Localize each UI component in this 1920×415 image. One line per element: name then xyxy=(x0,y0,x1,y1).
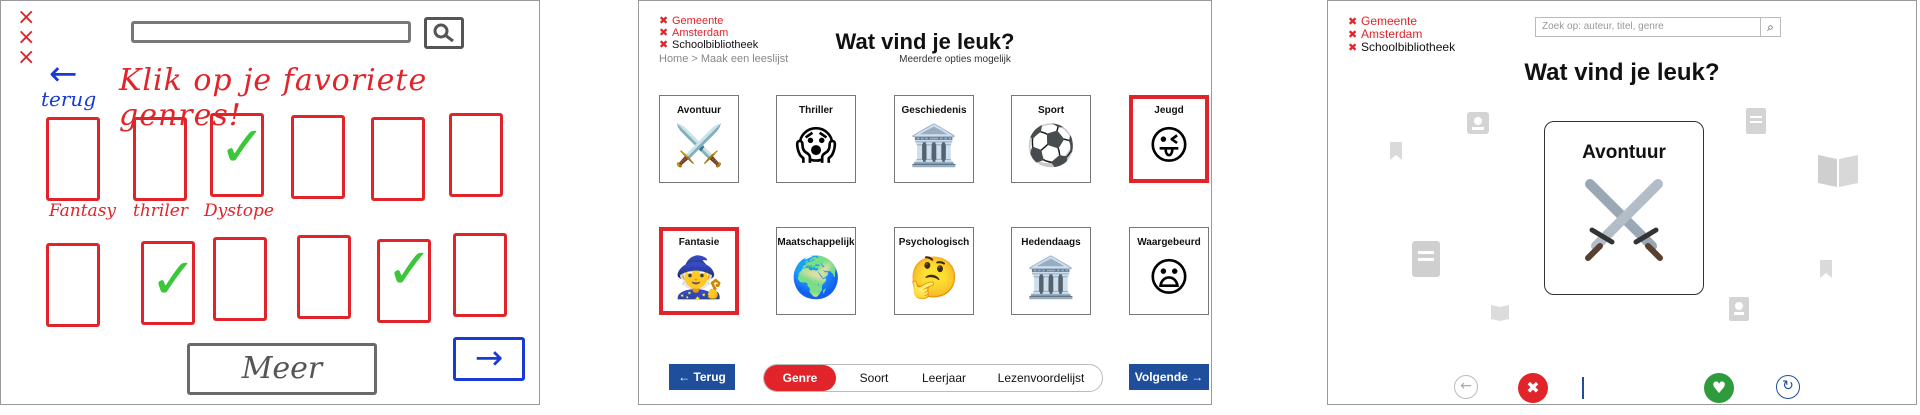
genre-card[interactable]: Waargebeurd 😦 xyxy=(1129,227,1209,315)
cross-icon: ✖ xyxy=(1348,28,1358,41)
tab-lezenvoordelijst[interactable]: Lezenvoordelijst xyxy=(982,365,1100,391)
page-subtitle: Meerdere opties mogelijk xyxy=(899,54,1011,65)
genre-card[interactable]: Avontuur ⚔️ xyxy=(659,95,739,183)
back-label[interactable]: terug xyxy=(41,87,96,111)
genre-box[interactable] xyxy=(291,115,345,199)
check-icon: ✓ xyxy=(150,247,197,312)
genre-box[interactable] xyxy=(297,235,351,319)
genre-emoji: ⚔️ xyxy=(674,123,724,169)
genre-emoji: 😦 xyxy=(1148,255,1190,301)
search-button[interactable] xyxy=(424,17,464,49)
genre-box[interactable] xyxy=(46,117,100,201)
book-icon xyxy=(1412,241,1440,277)
genre-label: Jeugd xyxy=(1154,105,1184,116)
genre-box[interactable] xyxy=(453,233,507,317)
genre-box[interactable]: ✓ xyxy=(141,241,197,325)
genre-box[interactable]: ✓ xyxy=(377,237,433,323)
logo-line: Schoolbibliotheek xyxy=(1361,40,1456,54)
genre-card[interactable]: Thriller 😱 xyxy=(776,95,856,183)
genre-card[interactable]: Jeugd 😜 xyxy=(1129,95,1209,183)
swipe-design-panel: ✖ Gemeente ✖ Amsterdam ✖ Schoolbibliotheek … xyxy=(1327,0,1917,405)
search-icon[interactable]: ⌕ xyxy=(1761,17,1781,37)
profile-book-icon xyxy=(1729,297,1749,321)
genre-label: Waargebeurd xyxy=(1137,237,1201,248)
undo-icon[interactable]: ← xyxy=(1454,375,1478,399)
genre-label: Fantasie xyxy=(678,237,720,248)
genre-emoji: 🤔 xyxy=(909,255,959,301)
grid-design-panel: ✖ Gemeente ✖ Amsterdam ✖ Schoolbibliotheek … xyxy=(638,0,1212,405)
back-arrow-icon[interactable]: ← xyxy=(49,57,78,91)
tab-soort[interactable]: Soort xyxy=(844,365,904,391)
genre-label: Avontuur xyxy=(1582,142,1666,163)
close-icon: × xyxy=(17,45,36,70)
genre-label: Dystope xyxy=(204,201,274,221)
genre-card[interactable]: Maatschappelijk 🌍 xyxy=(776,227,856,315)
sketch-panel: × × × ← terug Klik op je favoriete genre… xyxy=(0,0,540,405)
genre-label: Fantasy xyxy=(49,201,117,221)
genre-box[interactable] xyxy=(46,243,100,327)
genre-box[interactable] xyxy=(449,113,503,197)
genre-label: Maatschappelijk xyxy=(777,237,855,248)
genre-card[interactable]: Psychologisch 🤔 xyxy=(894,227,974,315)
book-icon xyxy=(1491,305,1509,321)
logo[interactable]: ✖ Gemeente ✖ Amsterdam ✖ Schoolbibliotheek xyxy=(1348,15,1456,55)
genre-label: Hedendaags xyxy=(1021,237,1081,248)
bookmark-icon xyxy=(1820,260,1832,278)
refresh-icon[interactable]: ↻ xyxy=(1776,375,1800,399)
tab-leerjaar[interactable]: Leerjaar xyxy=(912,365,976,391)
genre-emoji: 😜 xyxy=(1148,123,1190,169)
bookmark-icon xyxy=(1390,142,1402,160)
genre-box[interactable] xyxy=(371,117,425,201)
cross-icon: ✖ xyxy=(1348,15,1358,28)
logo-line: Gemeente xyxy=(672,15,724,27)
open-book-icon xyxy=(1818,155,1858,187)
genre-emoji: 😱 xyxy=(795,123,837,169)
like-button[interactable]: ♥ xyxy=(1704,373,1734,403)
genre-card[interactable]: Hedendaags 🏛️ xyxy=(1011,227,1091,315)
genre-box[interactable] xyxy=(133,117,187,201)
genre-emoji: 🧙 xyxy=(674,255,724,301)
search-icon xyxy=(433,23,454,43)
cross-icon: ✖ xyxy=(1348,41,1358,54)
genre-emoji: 🌍 xyxy=(791,255,841,301)
more-genres-button[interactable]: Meer genres xyxy=(187,343,377,404)
page-title: Wat vind je leuk? xyxy=(835,29,1015,54)
text-cursor xyxy=(1582,377,1584,399)
back-button[interactable]: ← Terug xyxy=(669,364,735,390)
genre-label: Psychologisch xyxy=(898,237,970,248)
tab-genre[interactable]: Genre xyxy=(764,365,836,391)
genre-label: thriler xyxy=(133,201,188,221)
check-icon: ✓ xyxy=(219,115,266,180)
genre-card[interactable]: Fantasie 🧙 xyxy=(659,227,739,315)
search-input[interactable]: Zoek op: auteur, titel, genre xyxy=(1535,17,1761,37)
crossed-swords-icon xyxy=(1585,179,1663,261)
genre-emoji: ⚽ xyxy=(1026,123,1076,169)
check-icon: ✓ xyxy=(386,237,433,302)
page-title: Wat vind je leuk? xyxy=(1524,59,1720,86)
genre-swipe-card[interactable]: Avontuur xyxy=(1544,121,1704,295)
genre-label: Geschiedenis xyxy=(901,105,967,116)
genre-box[interactable] xyxy=(213,237,267,321)
genre-label: Thriller xyxy=(799,105,833,116)
genre-card[interactable]: Geschiedenis 🏛️ xyxy=(894,95,974,183)
next-button[interactable]: Volgende → xyxy=(1129,364,1209,390)
next-button[interactable]: → xyxy=(453,337,525,381)
genre-emoji: 🏛️ xyxy=(909,123,959,169)
genre-box[interactable]: ✓ xyxy=(210,113,266,197)
genre-emoji: 🏛️ xyxy=(1026,255,1076,301)
genre-label: Sport xyxy=(1037,105,1065,116)
search-input[interactable] xyxy=(131,21,411,43)
genre-label: Avontuur xyxy=(676,105,722,116)
profile-book-icon xyxy=(1467,112,1489,134)
filter-tabs: Genre Soort Leerjaar Lezenvoordelijst xyxy=(763,364,1103,392)
dislike-button[interactable]: ✖ xyxy=(1518,373,1548,403)
book-icon xyxy=(1746,108,1766,134)
genre-card[interactable]: Sport ⚽ xyxy=(1011,95,1091,183)
